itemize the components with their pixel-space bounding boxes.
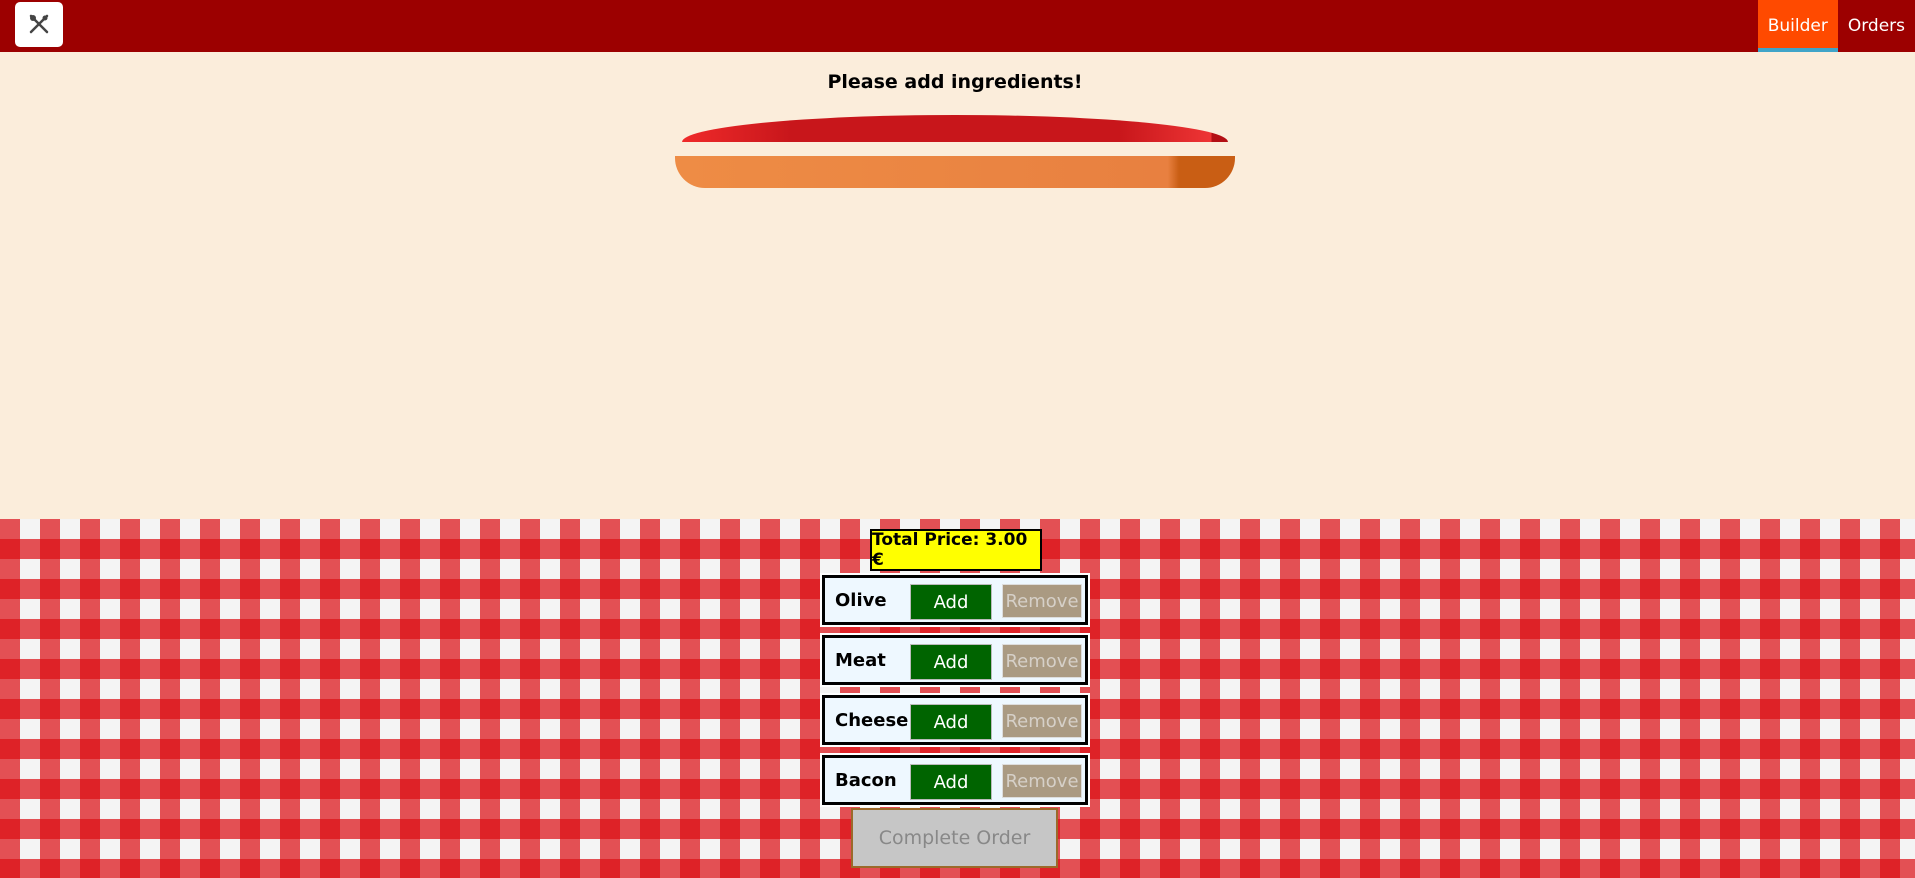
remove-cheese-button[interactable]: Remove xyxy=(1002,704,1082,738)
ingredient-label: Cheese xyxy=(835,709,909,731)
bread-bottom xyxy=(675,156,1235,188)
nav-orders[interactable]: Orders xyxy=(1838,0,1915,52)
ingredient-row-meat: Meat Add Remove xyxy=(820,633,1090,687)
app-logo[interactable] xyxy=(15,2,63,47)
bread-top xyxy=(682,115,1228,142)
burger-tools-icon xyxy=(29,14,49,33)
add-meat-button[interactable]: Add xyxy=(910,644,992,680)
ingredient-row-bacon: Bacon Add Remove xyxy=(820,753,1090,807)
nav-builder[interactable]: Builder xyxy=(1757,0,1838,52)
top-navigation-bar: Builder Orders xyxy=(0,0,1915,52)
remove-meat-button[interactable]: Remove xyxy=(1002,644,1082,678)
ingredient-row-olive: Olive Add Remove xyxy=(820,573,1090,627)
add-bacon-button[interactable]: Add xyxy=(910,764,992,800)
complete-order-button[interactable]: Complete Order xyxy=(851,808,1058,868)
ingredient-label: Olive xyxy=(835,589,887,611)
total-price-badge: Total Price: 3.00 € xyxy=(870,529,1042,571)
add-cheese-button[interactable]: Add xyxy=(910,704,992,740)
empty-burger-message: Please add ingredients! xyxy=(827,71,1083,93)
burger-preview: Please add ingredients! xyxy=(0,52,1915,519)
ingredient-row-cheese: Cheese Add Remove xyxy=(820,693,1090,747)
ingredient-label: Meat xyxy=(835,649,886,671)
add-olive-button[interactable]: Add xyxy=(910,584,992,620)
remove-bacon-button[interactable]: Remove xyxy=(1002,764,1082,798)
main-nav: Builder Orders xyxy=(1757,0,1915,52)
remove-olive-button[interactable]: Remove xyxy=(1002,584,1082,618)
ingredient-label: Bacon xyxy=(835,769,897,791)
